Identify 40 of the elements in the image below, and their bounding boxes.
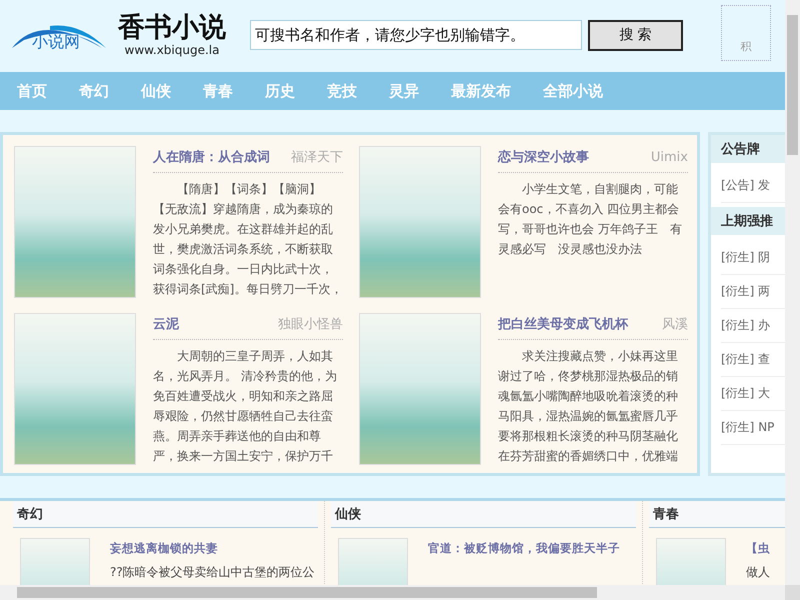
sidebar-title: 上期强推 — [721, 213, 773, 230]
scrollbar-thumb[interactable] — [787, 15, 798, 155]
site-url: www.xbiquge.la — [124, 43, 220, 57]
category-title: 仙侠 — [335, 506, 361, 523]
book-description: 做人 — [746, 564, 770, 581]
book-title[interactable]: 云泥 — [153, 315, 179, 333]
book-author: 独眼小怪兽 — [278, 316, 343, 333]
book-cover[interactable] — [338, 538, 408, 585]
book-cover[interactable] — [359, 146, 481, 298]
book-cover[interactable] — [14, 146, 136, 298]
book-author: 风溪 — [662, 316, 688, 333]
site-name: 香书小说 — [118, 13, 226, 43]
book-title[interactable]: 人在隋唐：从合成词 — [153, 148, 270, 166]
points-label: 积 — [740, 39, 752, 54]
sidebar-title: 公告牌 — [721, 140, 760, 158]
scrollbar-corner — [785, 585, 800, 600]
horizontal-scrollbar[interactable] — [0, 585, 785, 600]
logo-text: 小说网 — [32, 32, 80, 52]
search-field[interactable]: 可搜书名和作者，请您少字也别输错字。 — [250, 20, 582, 50]
scrollbar-thumb[interactable] — [17, 587, 597, 598]
book-description: 小学生文笔，自割腿肉，可能会有ooc，不喜勿入 四位男主都会写，哥哥也许也会 万年鸽子王 有灵感必写 没灵感也没办法 — [498, 181, 683, 258]
book-description: 求关注搜藏点赞，小妹再这里谢过了哈，佟梦桃那湿热极品的销魂氤氲小嘴陶醉地吸吮着滚烫的种马阳具，湿热温婉的氤氲蜜唇几乎要将那根粗长滚烫的种马阴茎融化在芬芳甜蜜的香媚绣口中，优雅端 — [498, 348, 679, 465]
book-title[interactable]: 把白丝美母变成飞机杯 — [498, 315, 628, 333]
book-description: 大周朝的三皇子周弄，人如其名，光风弄月。 清冷矜贵的他，为免百姓遭受战火，明知和亲之路屈辱艰险，仍然甘愿牺牲自己去往蛮燕。周弄亲手葬送他的自由和尊严，换来一方国土安宁，保护万千 — [153, 348, 338, 465]
book-cover[interactable] — [20, 538, 90, 585]
book-author: 福泽天下 — [291, 149, 343, 166]
book-cover[interactable] — [359, 313, 481, 465]
category-title: 青春 — [653, 506, 679, 523]
book-description: 【隋唐】【词条】【脑洞】【无敌流】穿越隋唐，成为秦琼的发小兄弟樊虎。在这群雄并起的乱世，樊虎激活词条系统，不断获取词条强化自身。一日内比武十次，获得词条[武痴]。每日劈刀一千次， — [153, 181, 343, 298]
book-title[interactable]: 妄想逃离枷锁的共妻 — [110, 541, 315, 556]
book-description: ??陈暗令被父母卖给山中古堡的两位公 — [110, 564, 315, 581]
book-title[interactable]: 恋与深空小故事 — [498, 148, 589, 166]
book-title[interactable]: 官道：被贬博物馆，我偏要胜天半子 — [428, 541, 620, 556]
book-cover[interactable] — [656, 538, 726, 585]
book-cover[interactable] — [14, 313, 136, 465]
search-button[interactable]: 搜 索 — [588, 20, 683, 50]
book-author: Uimix — [650, 150, 688, 165]
category-title: 奇幻 — [17, 506, 43, 523]
book-title[interactable]: 【虫 — [746, 541, 770, 556]
vertical-scrollbar[interactable] — [785, 0, 800, 585]
